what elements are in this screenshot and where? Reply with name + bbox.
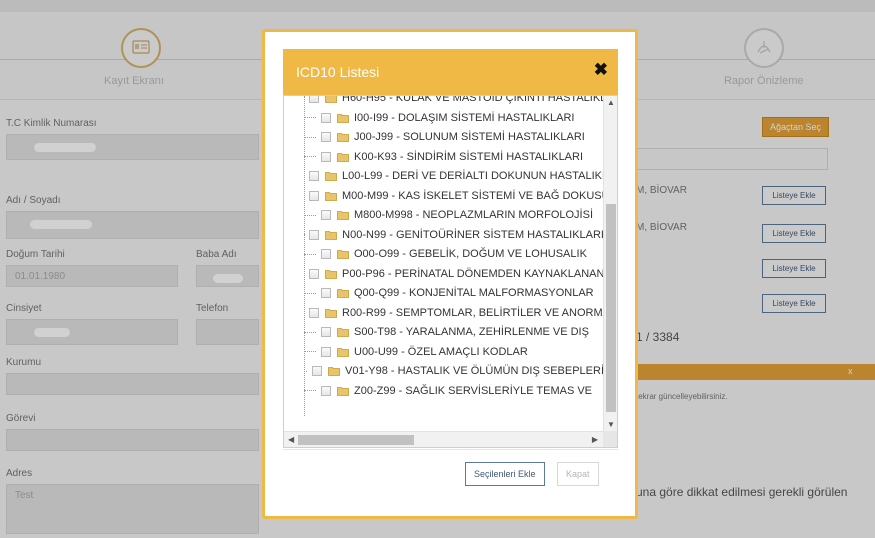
- scroll-corner: [603, 431, 617, 447]
- folder-icon: [325, 191, 337, 201]
- tree-item-label[interactable]: L00-L99 - DERİ VE DERİALTI DOKUNUN HASTA…: [342, 170, 604, 182]
- tree-item-label[interactable]: Z00-Z99 - SAĞLIK SERVİSLERİYLE TEMAS VE: [354, 385, 592, 397]
- tree-item-label[interactable]: P00-P96 - PERİNATAL DÖNEMDEN KAYNAKLANAN: [342, 268, 604, 280]
- folder-icon: [337, 210, 349, 220]
- folder-icon: [337, 249, 349, 259]
- tree-checkbox[interactable]: [321, 385, 331, 396]
- folder-icon: [337, 132, 349, 142]
- tree-item-label[interactable]: H60-H95 - KULAK VE MASTOİD ÇIKINTI HASTA…: [342, 96, 604, 104]
- close-button[interactable]: Kapat: [557, 462, 599, 486]
- folder-icon: [337, 152, 349, 162]
- tree-row[interactable]: R00-R99 - SEMPTOMLAR, BELİRTİLER VE ANOR…: [284, 303, 604, 323]
- footer-divider: [283, 449, 618, 450]
- tree-row[interactable]: M00-M99 - KAS İSKELET SİSTEMİ VE BAĞ DOK…: [284, 186, 604, 206]
- tree-row[interactable]: V01-Y98 - HASTALIK VE ÖLÜMÜN DIŞ SEBEPLE…: [284, 361, 604, 381]
- tree-checkbox[interactable]: [321, 151, 331, 162]
- tree-row[interactable]: I00-I99 - DOLAŞIM SİSTEMİ HASTALIKLARI: [284, 108, 604, 128]
- tree-item-label[interactable]: M800-M998 - NEOPLAZMLARIN MORFOLOJİSİ: [354, 209, 593, 221]
- folder-icon: [328, 366, 340, 376]
- folder-icon: [337, 113, 349, 123]
- folder-icon: [337, 347, 349, 357]
- tree-branch-line: [304, 253, 316, 255]
- tree-checkbox[interactable]: [321, 249, 331, 259]
- tree-checkbox[interactable]: [309, 229, 320, 240]
- horizontal-scroll-thumb[interactable]: [298, 435, 414, 445]
- tree-item-label[interactable]: Q00-Q99 - KONJENİTAL MALFORMASYONLAR: [354, 287, 594, 299]
- tree-item-label[interactable]: J00-J99 - SOLUNUM SİSTEMİ HASTALIKLARI: [354, 131, 585, 143]
- tree-row[interactable]: P00-P96 - PERİNATAL DÖNEMDEN KAYNAKLANAN: [284, 264, 604, 284]
- tree-row[interactable]: O00-O99 - GEBELİK, DOĞUM VE LOHUSALIK: [284, 244, 604, 264]
- tree-item-label[interactable]: R00-R99 - SEMPTOMLAR, BELİRTİLER VE ANOR…: [342, 307, 604, 319]
- tree-item-label[interactable]: I00-I99 - DOLAŞIM SİSTEMİ HASTALIKLARI: [354, 112, 574, 124]
- tree-item-label[interactable]: M00-M99 - KAS İSKELET SİSTEMİ VE BAĞ DOK…: [342, 190, 604, 202]
- tree-item-label[interactable]: V01-Y98 - HASTALIK VE ÖLÜMÜN DIŞ SEBEPLE…: [345, 365, 604, 377]
- folder-icon: [325, 96, 337, 103]
- folder-icon: [337, 386, 349, 396]
- tree-row[interactable]: K00-K93 - SİNDİRİM SİSTEMİ HASTALIKLARI: [284, 147, 604, 167]
- vertical-scrollbar[interactable]: ▲ ▼: [603, 96, 617, 431]
- folder-icon: [325, 171, 337, 181]
- tree-checkbox[interactable]: [321, 210, 331, 220]
- tree-list: H60-H95 - KULAK VE MASTOİD ÇIKINTI HASTA…: [284, 96, 604, 431]
- folder-icon: [337, 327, 349, 337]
- tree-branch-line: [304, 117, 316, 118]
- tree-row[interactable]: M800-M998 - NEOPLAZMLARIN MORFOLOJİSİ: [284, 205, 604, 225]
- tree-row[interactable]: N00-N99 - GENİTOÜRİNER SİSTEM HASTALIKLA…: [284, 225, 604, 245]
- tree-item-label[interactable]: N00-N99 - GENİTOÜRİNER SİSTEM HASTALIKLA…: [342, 229, 604, 241]
- folder-icon: [325, 230, 338, 240]
- icd10-tree: H60-H95 - KULAK VE MASTOİD ÇIKINTI HASTA…: [283, 95, 618, 448]
- vertical-scroll-thumb[interactable]: [606, 204, 616, 412]
- modal-title: ICD10 Listesi: [296, 64, 380, 80]
- tree-branch-line: [304, 214, 316, 216]
- close-icon[interactable]: ✖: [594, 60, 608, 80]
- tree-checkbox[interactable]: [309, 268, 319, 279]
- tree-branch-line: [304, 351, 316, 352]
- tree-checkbox[interactable]: [321, 132, 331, 142]
- tree-row[interactable]: L00-L99 - DERİ VE DERİALTI DOKUNUN HASTA…: [284, 166, 604, 186]
- tree-row[interactable]: S00-T98 - YARALANMA, ZEHİRLENME VE DIŞ: [284, 322, 604, 342]
- folder-icon: [337, 288, 349, 298]
- tree-checkbox[interactable]: [309, 96, 319, 103]
- tree-checkbox[interactable]: [321, 346, 331, 357]
- folder-icon: [325, 269, 337, 279]
- folder-icon: [325, 308, 337, 318]
- tree-branch-line: [304, 331, 316, 333]
- tree-branch-line: [304, 136, 316, 138]
- scroll-left-icon[interactable]: ◀: [288, 435, 294, 444]
- tree-item-label[interactable]: U00-U99 - ÖZEL AMAÇLI KODLAR: [354, 346, 528, 358]
- tree-checkbox[interactable]: [321, 288, 331, 298]
- scroll-up-icon[interactable]: ▲: [607, 98, 615, 107]
- tree-checkbox[interactable]: [309, 307, 319, 318]
- scroll-down-icon[interactable]: ▼: [607, 420, 615, 429]
- tree-row[interactable]: J00-J99 - SOLUNUM SİSTEMİ HASTALIKLARI: [284, 127, 604, 147]
- tree-item-label[interactable]: S00-T98 - YARALANMA, ZEHİRLENME VE DIŞ: [354, 326, 589, 338]
- icd10-modal: ICD10 Listesi ✖ H60-H95 - KULAK VE MASTO…: [262, 29, 638, 519]
- tree-checkbox[interactable]: [321, 112, 331, 123]
- tree-item-label[interactable]: K00-K93 - SİNDİRİM SİSTEMİ HASTALIKLARI: [354, 151, 583, 163]
- tree-checkbox[interactable]: [321, 327, 331, 337]
- tree-row[interactable]: Q00-Q99 - KONJENİTAL MALFORMASYONLAR: [284, 283, 604, 303]
- tree-checkbox[interactable]: [309, 171, 319, 181]
- modal-header: ICD10 Listesi ✖: [283, 49, 618, 95]
- scroll-right-icon[interactable]: ▶: [592, 435, 598, 444]
- tree-branch-line: [304, 292, 316, 294]
- add-selected-button[interactable]: Seçilenleri Ekle: [465, 462, 545, 486]
- tree-checkbox[interactable]: [309, 190, 319, 201]
- horizontal-scrollbar[interactable]: ◀ ▶: [284, 431, 604, 447]
- tree-item-label[interactable]: O00-O99 - GEBELİK, DOĞUM VE LOHUSALIK: [354, 248, 587, 260]
- tree-branch-line: [304, 390, 316, 391]
- tree-branch-line: [304, 370, 307, 372]
- tree-row[interactable]: H60-H95 - KULAK VE MASTOİD ÇIKINTI HASTA…: [284, 96, 604, 108]
- tree-checkbox[interactable]: [312, 366, 322, 376]
- tree-row[interactable]: U00-U99 - ÖZEL AMAÇLI KODLAR: [284, 342, 604, 362]
- tree-row[interactable]: Z00-Z99 - SAĞLIK SERVİSLERİYLE TEMAS VE: [284, 381, 604, 401]
- tree-branch-line: [304, 156, 316, 157]
